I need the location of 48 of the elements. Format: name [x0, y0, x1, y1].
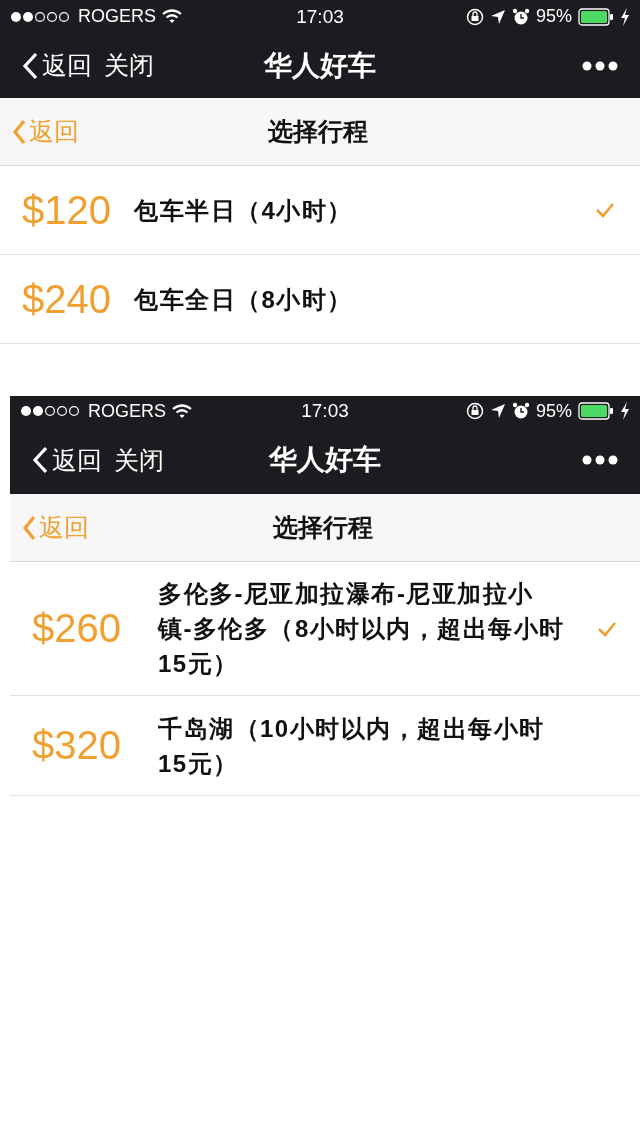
- option-label: 包车半日（4小时）: [134, 195, 354, 226]
- clock-time: 17:03: [296, 5, 344, 28]
- page-title: 华人好车: [264, 48, 376, 83]
- more-icon: [582, 60, 618, 71]
- option-row[interactable]: $120 包车半日（4小时）: [0, 166, 640, 255]
- chevron-icon: [12, 118, 26, 145]
- signal-icon: [20, 405, 82, 417]
- more-button[interactable]: [582, 455, 618, 465]
- rotation-lock-icon: [465, 7, 484, 26]
- battery-percent: 95%: [535, 400, 572, 422]
- more-icon: [582, 455, 618, 465]
- wifi-icon: [172, 403, 192, 419]
- rotation-lock-icon: [465, 402, 484, 420]
- option-label: 千岛湖（10小时以内，超出每小时15元）: [157, 713, 546, 779]
- signal-icon: [10, 10, 72, 23]
- close-button[interactable]: 关闭: [104, 49, 154, 82]
- alarm-clock-icon: [511, 402, 530, 420]
- price-text: $120: [21, 187, 112, 233]
- battery-percent: 95%: [535, 6, 572, 27]
- charging-bolt-icon: [620, 402, 630, 420]
- close-button[interactable]: 关闭: [114, 443, 164, 477]
- chevron-icon: [32, 446, 48, 474]
- page-title: 华人好车: [269, 443, 381, 477]
- option-label: 包车全日（8小时）: [134, 284, 354, 315]
- clock-time: 17:03: [301, 400, 349, 422]
- chevron-icon: [22, 51, 38, 80]
- option-row[interactable]: $240 包车全日（8小时）: [0, 255, 640, 344]
- charging-bolt-icon: [620, 7, 630, 26]
- battery-icon: [578, 7, 614, 26]
- price-text: $240: [21, 276, 112, 322]
- more-button[interactable]: [582, 60, 618, 71]
- back-button[interactable]: 返回: [32, 443, 102, 477]
- section-title: 选择行程: [272, 512, 373, 543]
- wifi-icon: [162, 9, 182, 24]
- carrier-name: ROGERS: [78, 6, 156, 27]
- location-arrow-icon: [489, 8, 506, 25]
- chevron-icon: [22, 514, 36, 541]
- back-button[interactable]: 返回: [22, 49, 92, 82]
- price-text: $260: [31, 606, 122, 651]
- option-row[interactable]: $320 千岛湖（10小时以内，超出每小时15元）: [10, 696, 640, 796]
- battery-icon: [578, 402, 614, 420]
- carrier-name: ROGERS: [88, 400, 166, 422]
- section-title: 选择行程: [267, 116, 368, 147]
- price-text: $320: [31, 723, 122, 768]
- alarm-clock-icon: [511, 7, 530, 26]
- option-label: 多伦多-尼亚加拉瀑布-尼亚加拉小镇-多伦多（8小时以内，超出每小时15元）: [156, 579, 566, 679]
- location-arrow-icon: [489, 403, 506, 419]
- option-row[interactable]: $260 多伦多-尼亚加拉瀑布-尼亚加拉小镇-多伦多（8小时以内，超出每小时15元）: [10, 562, 640, 696]
